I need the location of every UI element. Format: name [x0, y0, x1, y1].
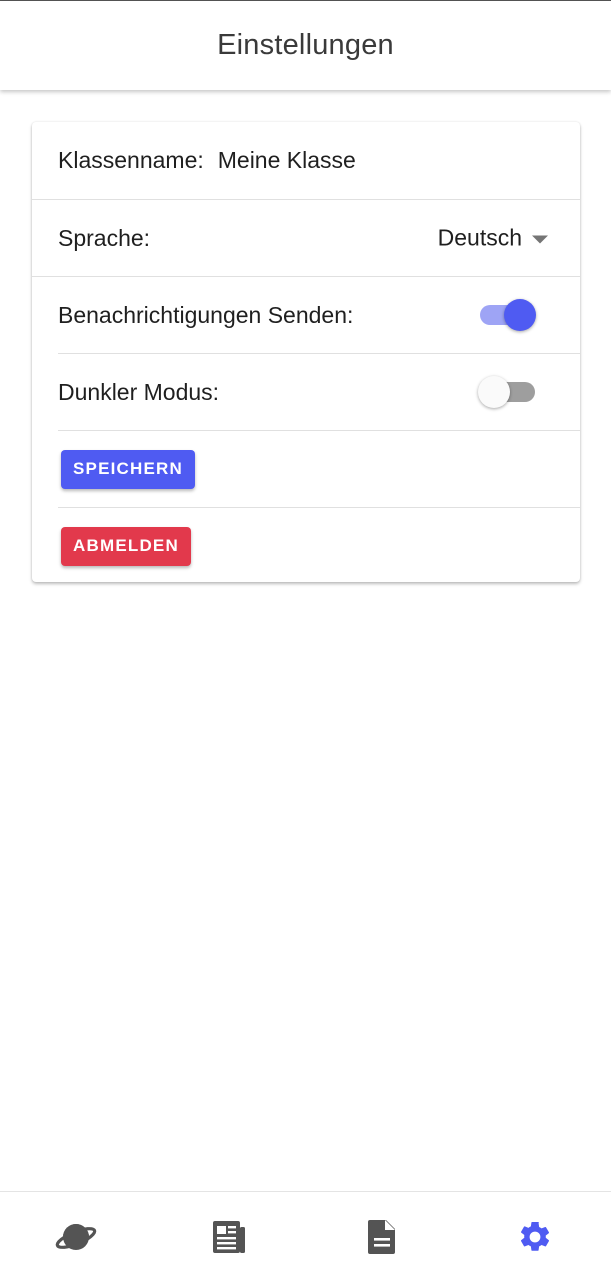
logout-row: ABMELDEN	[32, 508, 580, 582]
bottom-navigation	[0, 1191, 611, 1280]
notifications-toggle-thumb	[504, 299, 536, 331]
dark-mode-label: Dunkler Modus:	[58, 378, 220, 405]
newspaper-icon	[213, 1220, 246, 1253]
logout-button[interactable]: ABMELDEN	[61, 526, 191, 566]
nav-item-settings[interactable]	[458, 1192, 611, 1280]
settings-card: Klassenname: Meine Klasse Sprache: Deuts…	[32, 122, 580, 582]
page-title: Einstellungen	[217, 29, 394, 61]
notifications-label: Benachrichtigungen Senden:	[58, 301, 354, 328]
class-name-value: Meine Klasse	[217, 147, 356, 173]
dark-mode-toggle[interactable]	[478, 376, 536, 408]
language-select-value: Deutsch	[437, 224, 522, 251]
settings-screen: Einstellungen Klassenname: Meine Klasse …	[0, 0, 611, 1280]
class-name-label: Klassenname:	[58, 147, 204, 173]
dark-mode-row: Dunkler Modus:	[32, 354, 580, 430]
language-row: Sprache: Deutsch	[32, 200, 580, 276]
app-bar: Einstellungen	[0, 1, 611, 90]
nav-item-news[interactable]	[153, 1192, 306, 1280]
save-row: SPEICHERN	[32, 431, 580, 507]
notifications-toggle[interactable]	[478, 299, 536, 331]
gear-icon	[520, 1221, 549, 1251]
dark-mode-toggle-thumb	[478, 376, 510, 408]
nav-item-planet[interactable]	[0, 1192, 153, 1280]
nav-item-documents[interactable]	[306, 1192, 459, 1280]
class-name-row: Klassenname: Meine Klasse	[32, 122, 580, 199]
language-label: Sprache:	[58, 224, 151, 251]
language-select[interactable]: Deutsch	[438, 225, 548, 252]
planet-icon	[56, 1223, 97, 1250]
notifications-row: Benachrichtigungen Senden:	[32, 277, 580, 353]
save-button[interactable]: SPEICHERN	[61, 449, 195, 489]
dropdown-arrow-icon	[532, 235, 548, 243]
document-icon	[367, 1219, 395, 1254]
